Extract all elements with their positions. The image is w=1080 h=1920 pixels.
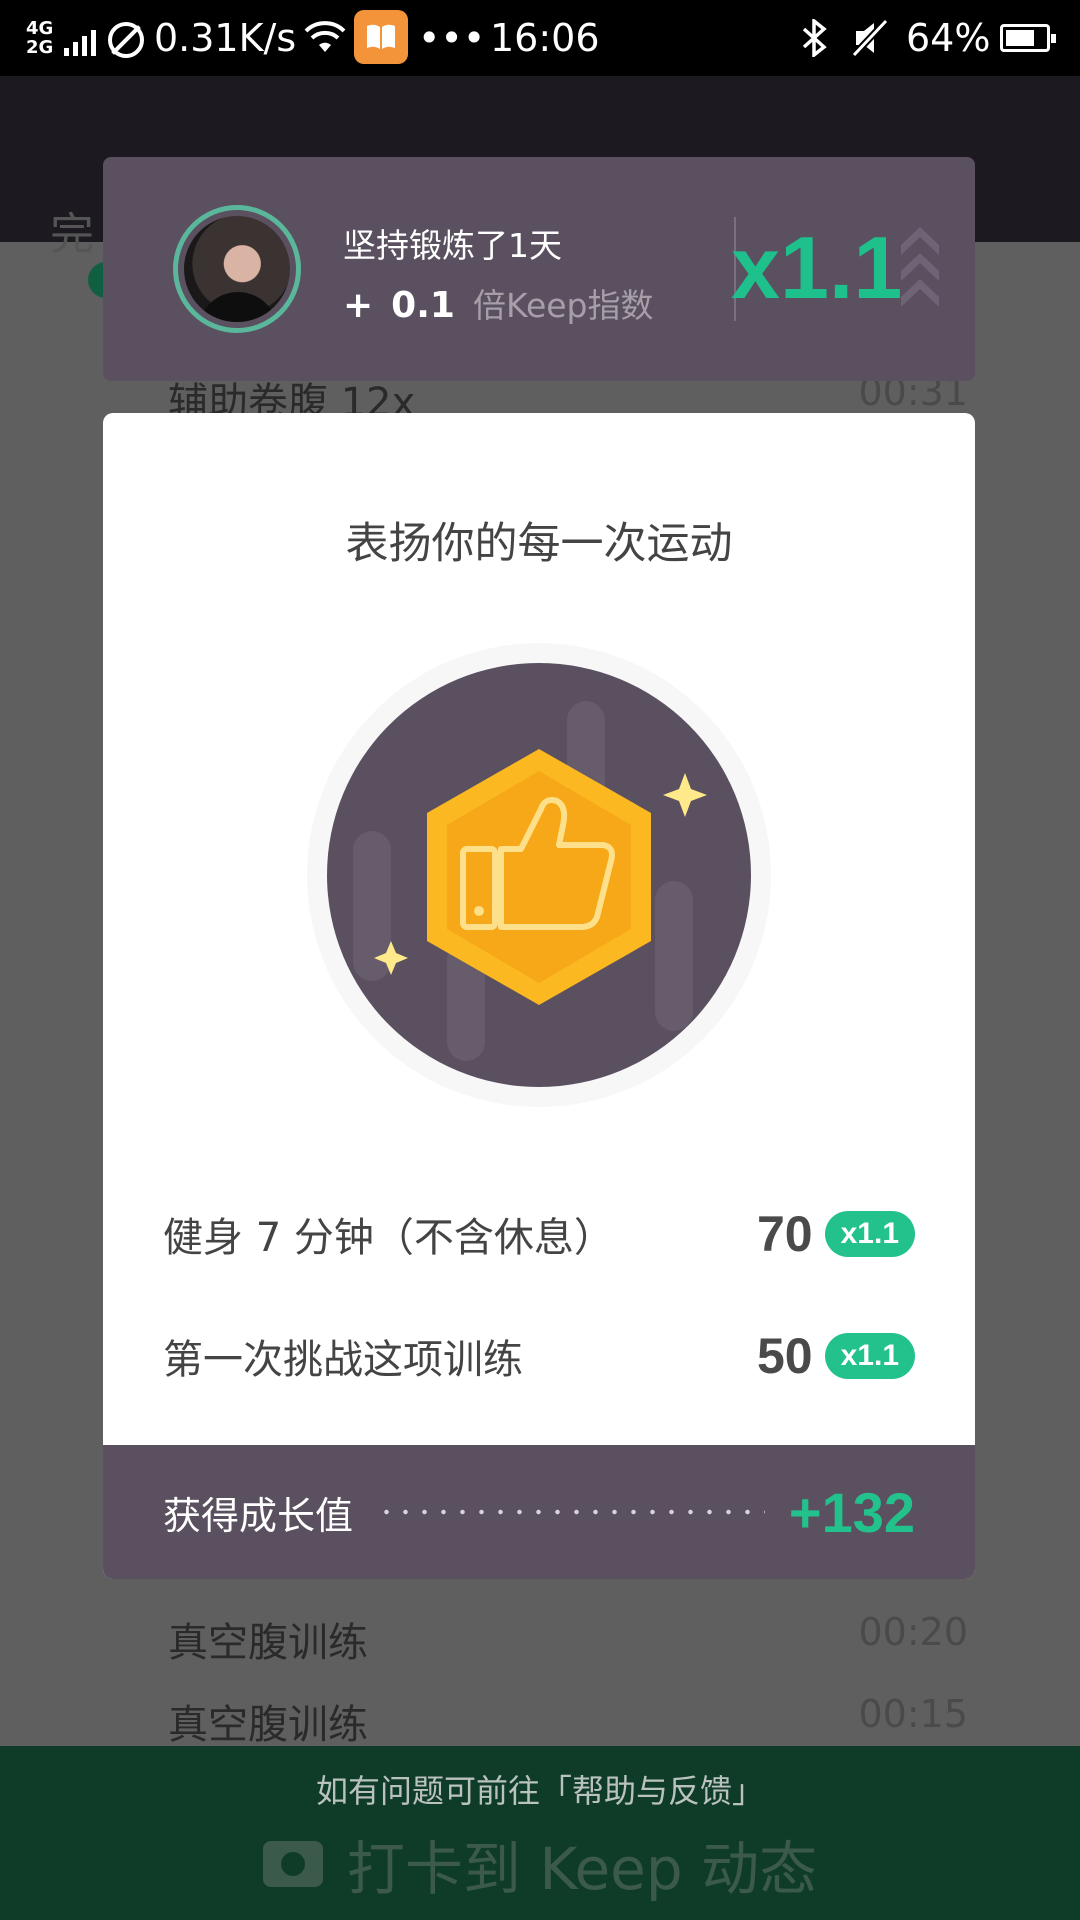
score-row: 第一次挑战这项训练 50 x1.1 (163, 1326, 915, 1386)
signal-icon (64, 22, 96, 56)
avatar-ring (173, 205, 301, 333)
exercise-time: 00:15 (858, 1692, 968, 1736)
growth-summary: 获得成长值 +132 (103, 1445, 975, 1579)
mute-icon (852, 0, 888, 76)
checkin-button[interactable]: 打卡到 Keep 动态 (0, 1822, 1080, 1906)
network-speed: 0.31K/s (154, 16, 297, 60)
multiplier-badge: x1.1 (824, 1333, 915, 1379)
exercise-name: 真空腹训练 (168, 1620, 368, 1666)
score-label: 健身 7 分钟（不含休息） (163, 1215, 614, 1261)
plus-sign: + (343, 285, 374, 326)
streak-text: 坚持锻炼了1天 (343, 226, 562, 265)
bonus-line: + 0.1 倍Keep指数 (343, 279, 654, 327)
background-footer: 如有问题可前往「帮助与反馈」 打卡到 Keep 动态 (0, 1746, 1080, 1920)
camera-icon (262, 1841, 323, 1887)
background-title: 完 (50, 209, 94, 260)
dotted-leader (377, 1509, 765, 1515)
streak-card: 坚持锻炼了1天 + 0.1 倍Keep指数 x1.1 (103, 157, 975, 381)
network-2g-label: 2G (26, 37, 54, 58)
more-dots-icon: ••• (418, 16, 486, 60)
network-4g-label: 4G (26, 18, 54, 39)
background-row: 真空腹训练 00:15 (168, 1692, 968, 1750)
exercise-time: 00:20 (858, 1610, 968, 1654)
score-row: 健身 7 分钟（不含休息） 70 x1.1 (163, 1204, 915, 1264)
multiplier-value: x1.1 (731, 218, 903, 317)
thumbs-up-icon (307, 643, 771, 1107)
bonus-value: 0.1 (391, 285, 455, 326)
score-points: 50 (756, 1328, 813, 1384)
bonus-unit: 倍Keep指数 (472, 286, 654, 325)
background-row: 真空腹训练 00:20 (168, 1610, 968, 1668)
clock: 16:06 (490, 16, 600, 60)
wifi-icon (304, 0, 346, 76)
help-feedback-link[interactable]: 如有问题可前往「帮助与反馈」 (0, 1766, 1080, 1812)
growth-modal: 表扬你的每一次运动 健身 7 分钟（不含休息） 70 x1.1 第一次挑战这项训… (103, 413, 975, 1579)
status-bar: 4G 2G 0.31K/s ••• 16:06 64% (0, 0, 1080, 76)
summary-total: +132 (788, 1480, 915, 1544)
checkin-label: 打卡到 Keep 动态 (346, 1835, 818, 1903)
bluetooth-icon (800, 0, 830, 76)
battery-percent: 64% (906, 16, 991, 60)
book-app-icon (354, 10, 408, 64)
modal-title: 表扬你的每一次运动 (345, 519, 733, 569)
no-sim-icon (108, 22, 144, 58)
summary-label: 获得成长值 (163, 1493, 354, 1538)
exercise-name: 真空腹训练 (168, 1702, 368, 1748)
network-type: 4G 2G (26, 0, 53, 76)
chevron-up-icon (901, 227, 939, 307)
score-points: 70 (756, 1206, 813, 1262)
battery-icon (1000, 24, 1056, 52)
multiplier-badge: x1.1 (824, 1211, 915, 1257)
avatar[interactable] (184, 216, 290, 322)
score-label: 第一次挑战这项训练 (163, 1337, 523, 1383)
